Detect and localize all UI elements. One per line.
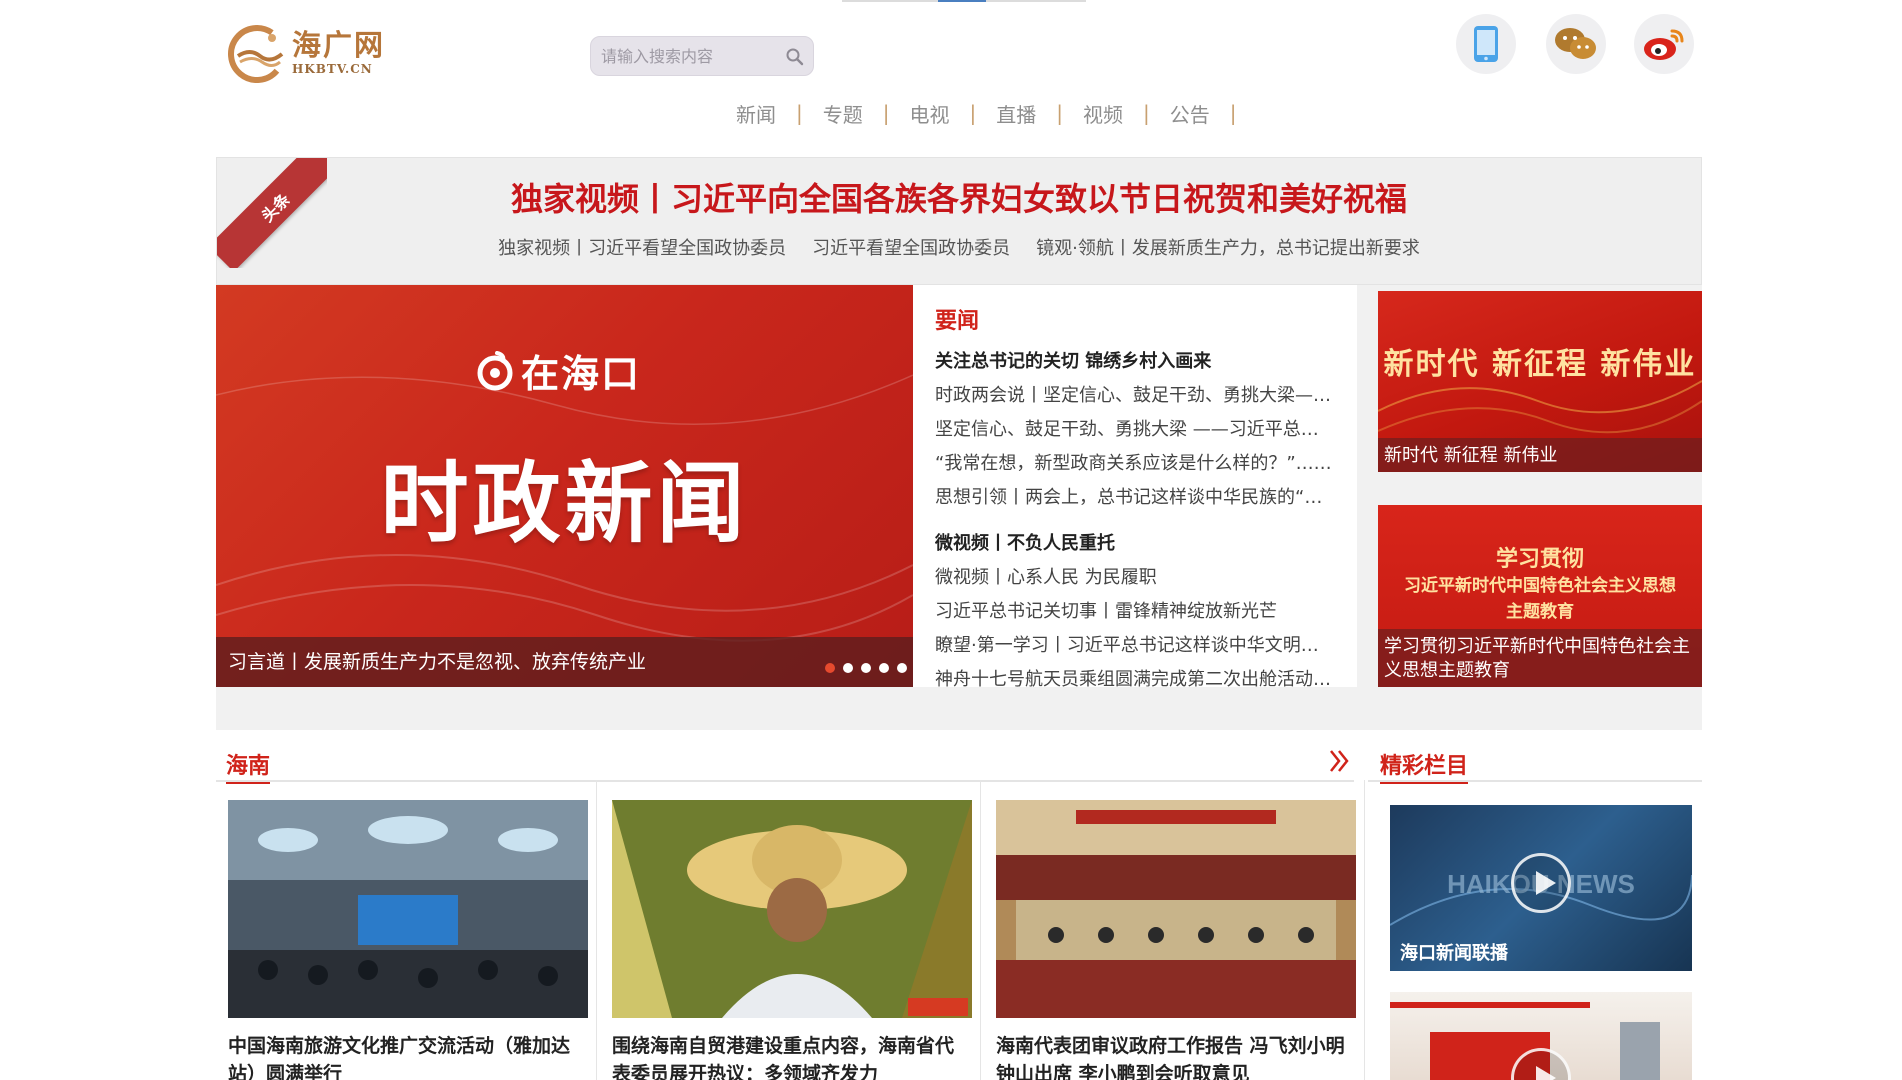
- play-icon[interactable]: [1511, 853, 1571, 913]
- news-link[interactable]: 神舟十七号航天员乘组圆满完成第二次出舱活动……: [935, 663, 1335, 697]
- logo-emblem-icon: [228, 25, 286, 83]
- nav-item-tv[interactable]: 电视: [890, 99, 970, 128]
- news-link[interactable]: 微视频丨不负人民重托: [935, 527, 1335, 561]
- carousel-dot[interactable]: [879, 663, 889, 673]
- site-logo[interactable]: 海广网 HKBTV.CN: [226, 22, 396, 84]
- carousel-dot[interactable]: [897, 663, 907, 673]
- news-link[interactable]: 习近平总书记关切事丨雷锋精神绽放新光芒: [935, 595, 1335, 629]
- hainan-section-title[interactable]: 海南: [226, 748, 271, 784]
- nav-separator: |: [796, 101, 803, 125]
- column-card-second[interactable]: [1390, 992, 1692, 1080]
- card-title: 新时代 新征程 新伟业: [1383, 347, 1697, 382]
- news-link[interactable]: 坚定信心、鼓足干劲、勇挑大梁 ——习近平总书记: [935, 413, 1335, 447]
- nav-item-video[interactable]: 视频: [1063, 99, 1143, 128]
- headline-sub-links: 独家视频丨习近平看望全国政协委员 习近平看望全国政协委员 镜观·领航丨发展新质生…: [217, 234, 1701, 260]
- nav-item-topics[interactable]: 专题: [803, 99, 883, 128]
- conference-photo: [228, 800, 588, 1018]
- card-caption: 新时代 新征程 新伟业: [1378, 438, 1702, 472]
- headline-sub-link[interactable]: 镜观·领航丨发展新质生产力，总书记提出新要求: [1036, 234, 1420, 260]
- headline-banner: 头条 独家视频丨习近平向全国各族各界妇女致以节日祝贺和美好祝福 独家视频丨习近平…: [216, 157, 1702, 285]
- hainan-article[interactable]: 围绕海南自贸港建设重点内容，海南省代表委员展开热议：多领域齐发力: [612, 800, 972, 1080]
- article-title[interactable]: 中国海南旅游文化推广交流活动（雅加达站）圆满举行: [228, 1032, 588, 1080]
- farmer-photo: [612, 800, 972, 1018]
- top-loading-strip: [842, 0, 1086, 2]
- main-nav: 新闻 | 专题 | 电视 | 直播 | 视频 | 公告 |: [716, 98, 1237, 128]
- carousel-dot[interactable]: [861, 663, 871, 673]
- columns-section-header: 精彩栏目: [1368, 748, 1702, 784]
- article-title[interactable]: 围绕海南自贸港建设重点内容，海南省代表委员展开热议：多领域齐发力: [612, 1032, 972, 1080]
- column-card-label: 海口新闻联播: [1400, 943, 1508, 964]
- card-subtitle: 主题教育: [1506, 602, 1574, 622]
- nav-separator: |: [1229, 101, 1237, 125]
- news-link[interactable]: 思想引领丨两会上，总书记这样谈中华民族的“……: [935, 481, 1335, 515]
- meeting-photo: [996, 800, 1356, 1018]
- weibo-button[interactable]: [1634, 14, 1694, 74]
- mobile-app-button[interactable]: [1456, 14, 1516, 74]
- hainan-article[interactable]: 中国海南旅游文化推广交流活动（雅加达站）圆满举行: [228, 800, 588, 1080]
- news-link[interactable]: 微视频丨心系人民 为民履职: [935, 561, 1335, 595]
- news-carousel[interactable]: 在海口 时政新闻 习言道丨发展新质生产力不是忽视、放弃传统产业: [216, 285, 913, 687]
- wechat-button[interactable]: [1546, 14, 1606, 74]
- hainan-article[interactable]: 海南代表团审议政府工作报告 冯飞刘小明钟山出席 李小鹏到会听取意见: [996, 800, 1356, 1080]
- columns-section-title[interactable]: 精彩栏目: [1380, 748, 1469, 784]
- yaowen-panel: 要闻 关注总书记的关切 锦绣乡村入画来 时政两会说丨坚定信心、鼓足干劲、勇挑大梁…: [913, 285, 1357, 690]
- search-box: [590, 36, 814, 76]
- nav-separator: |: [1143, 101, 1150, 125]
- search-input[interactable]: [591, 38, 773, 74]
- carousel-main-title: 时政新闻: [380, 452, 749, 555]
- news-link[interactable]: 瞭望·第一学习丨习近平总书记这样谈中华文明的……: [935, 629, 1335, 663]
- carousel-dots: [825, 663, 907, 673]
- column-card-haikou-news[interactable]: HAIKOU NEWS 海口新闻联播: [1390, 805, 1692, 971]
- headline-sub-link[interactable]: 习近平看望全国政协委员: [812, 234, 1010, 260]
- nav-separator: |: [1056, 101, 1063, 125]
- column-divider: [1364, 780, 1365, 1080]
- double-chevron-right-icon[interactable]: [1328, 748, 1350, 774]
- carousel-dot[interactable]: [843, 663, 853, 673]
- card-subtitle: 习近平新时代中国特色社会主义思想: [1404, 576, 1676, 596]
- news-link[interactable]: 时政两会说丨坚定信心、鼓足干劲、勇挑大梁——习近平总书记: [935, 379, 1335, 413]
- nav-item-news[interactable]: 新闻: [716, 99, 796, 128]
- card-caption: 学习贯彻习近平新时代中国特色社会主义思想主题教育: [1378, 629, 1702, 687]
- yaowen-title: 要闻: [935, 309, 980, 334]
- card-title: 学习贯彻: [1495, 547, 1584, 572]
- headline-title[interactable]: 独家视频丨习近平向全国各族各界妇女致以节日祝贺和美好祝福: [217, 174, 1701, 220]
- logo-cn-text: 海广网: [292, 28, 386, 62]
- hainan-section-header: 海南: [216, 748, 1354, 784]
- article-title[interactable]: 海南代表团审议政府工作报告 冯飞刘小明钟山出席 李小鹏到会听取意见: [996, 1032, 1356, 1080]
- article-image[interactable]: [228, 800, 588, 1018]
- weibo-icon: [1644, 29, 1684, 60]
- news-link[interactable]: “我常在想，新型政商关系应该是什么样的？”……: [935, 447, 1335, 481]
- carousel-dot[interactable]: [825, 663, 835, 673]
- nav-item-live[interactable]: 直播: [976, 99, 1056, 128]
- search-icon[interactable]: [785, 47, 805, 67]
- nav-item-notice[interactable]: 公告: [1150, 99, 1230, 128]
- article-image[interactable]: [612, 800, 972, 1018]
- carousel-brand: 在海口: [475, 343, 641, 398]
- column-divider: [980, 780, 981, 1080]
- nav-separator: |: [969, 101, 977, 125]
- carousel-caption[interactable]: 习言道丨发展新质生产力不是忽视、放弃传统产业: [216, 637, 913, 687]
- carousel-brand-text: 在海口: [521, 352, 642, 396]
- headline-sub-link[interactable]: 独家视频丨习近平看望全国政协委员: [498, 234, 786, 260]
- nav-separator: |: [882, 101, 890, 125]
- feature-card-new-era[interactable]: 新时代 新征程 新伟业 新时代 新征程 新伟业: [1378, 291, 1702, 472]
- article-image[interactable]: [996, 800, 1356, 1018]
- haikou-logo-icon: [477, 350, 513, 390]
- news-link[interactable]: 关注总书记的关切 锦绣乡村入画来: [935, 345, 1335, 379]
- feature-card-study[interactable]: 学习贯彻 习近平新时代中国特色社会主义思想 主题教育 学习贯彻习近平新时代中国特…: [1378, 505, 1702, 687]
- wechat-icon: [1555, 28, 1596, 59]
- column-divider: [596, 780, 597, 1080]
- mobile-icon: [1474, 26, 1498, 62]
- logo-en-text: HKBTV.CN: [292, 62, 373, 76]
